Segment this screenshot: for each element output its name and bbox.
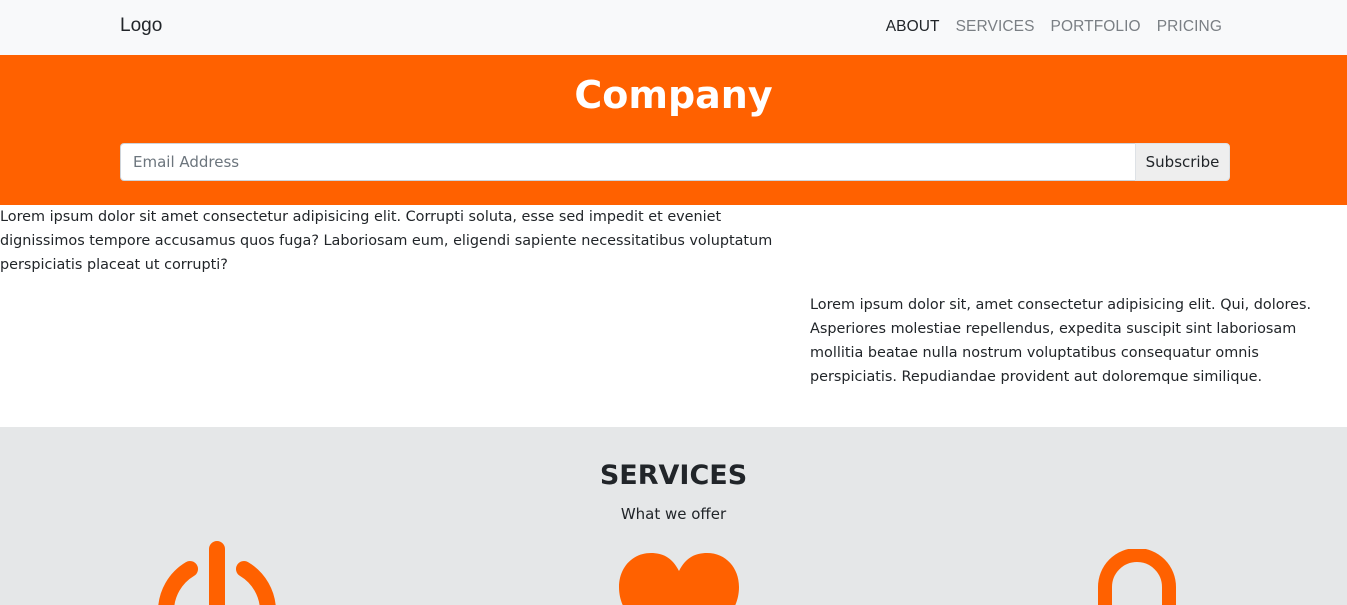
services-title: SERVICES	[599, 460, 748, 491]
brand-logo[interactable]: Logo	[120, 15, 162, 37]
nav-link-about[interactable]: ABOUT	[886, 18, 940, 36]
nav-link-services[interactable]: SERVICES	[956, 18, 1035, 36]
lock-icon	[1098, 549, 1176, 605]
power-icon	[158, 541, 276, 605]
subscribe-button[interactable]: Subscribe	[1135, 143, 1230, 181]
nav-links: ABOUT SERVICES PORTFOLIO PRICING	[886, 18, 1222, 36]
nav-link-pricing[interactable]: PRICING	[1157, 18, 1222, 36]
nav-link-portfolio[interactable]: PORTFOLIO	[1051, 18, 1141, 36]
hero-title: Company	[574, 73, 773, 117]
navbar: Logo ABOUT SERVICES PORTFOLIO PRICING	[0, 0, 1347, 55]
intro-paragraph-right: Lorem ipsum dolor sit, amet consectetur …	[810, 297, 1312, 385]
intro-paragraph-left: Lorem ipsum dolor sit amet consectetur a…	[0, 209, 773, 273]
subscribe-form: Subscribe	[120, 143, 1230, 181]
services-section: SERVICES What we offer	[0, 427, 1347, 605]
hero-banner: Company Subscribe	[0, 55, 1347, 205]
email-input[interactable]	[120, 143, 1135, 181]
heart-icon	[619, 553, 739, 605]
services-subtitle: What we offer	[620, 505, 727, 523]
